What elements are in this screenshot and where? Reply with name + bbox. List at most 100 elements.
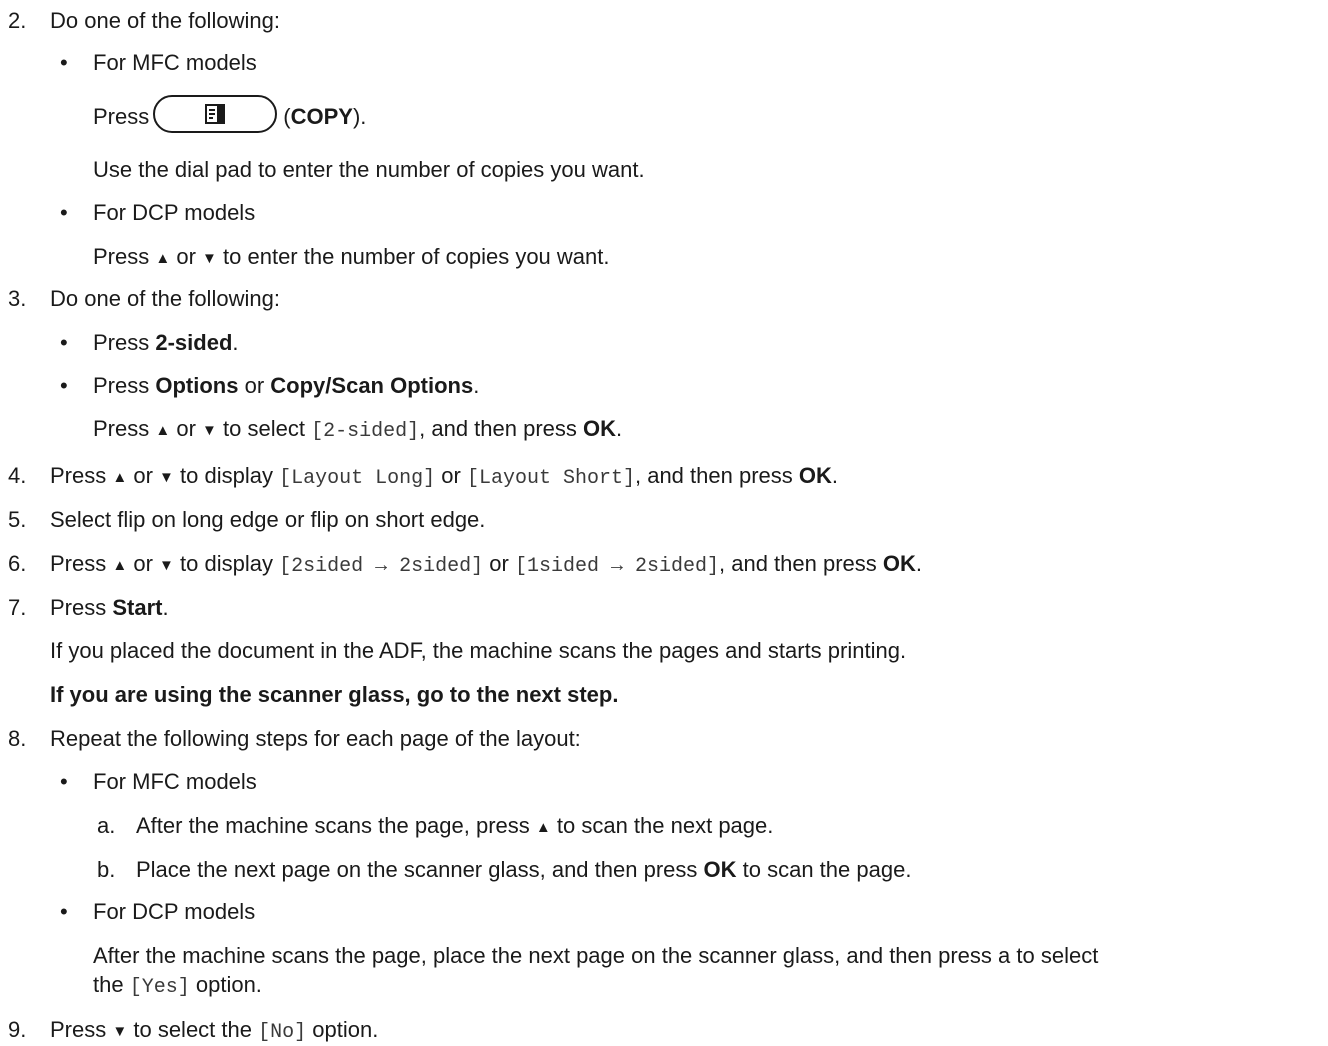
instruction-text: to select the <box>133 1017 252 1042</box>
instruction-text: , and then press <box>634 463 793 488</box>
scanner-glass-note-text: If you are using the scanner glass, go t… <box>50 682 619 707</box>
or-word: or <box>176 416 196 441</box>
step-text: Press ▼ to select the [No] option. <box>50 1017 378 1046</box>
instruction-text: to display <box>180 551 273 576</box>
two-sided-label: 2-sided <box>155 330 233 355</box>
dcp-press-line: Press ▲ or ▼ to enter the number of copi… <box>93 244 609 273</box>
bullet: • <box>60 899 68 924</box>
copy-label: COPY <box>290 103 353 129</box>
instruction-text: to scan the next page. <box>556 813 774 838</box>
or-word: or <box>176 244 196 269</box>
lcd-option-2sided-2sided: [2sided → 2sided] <box>279 555 484 578</box>
or-word: or <box>133 463 153 488</box>
dial-pad-line: Use the dial pad to enter the number of … <box>93 157 645 182</box>
bullet-title: For DCP models <box>93 899 256 924</box>
ok-label: OK <box>583 416 617 441</box>
lcd-option-layout-long: [Layout Long] <box>279 467 436 490</box>
step-text: Do one of the following: <box>50 8 280 33</box>
down-arrow-icon: ▼ <box>112 1023 128 1040</box>
substep-text: After the machine scans the page, press … <box>136 813 773 842</box>
ok-label: OK <box>703 857 737 882</box>
step-text: Press Start. <box>50 595 169 621</box>
press-word: Press <box>50 551 107 576</box>
lcd-option-yes: [Yes] <box>129 976 190 999</box>
press-word: Press <box>93 103 150 129</box>
bullet-title: For MFC models <box>93 769 257 794</box>
period: . <box>915 551 923 576</box>
instruction-text: to display <box>180 463 273 488</box>
ok-label: OK <box>798 463 832 488</box>
select-2sided-line: Press ▲ or ▼ to select [2-sided], and th… <box>93 416 622 445</box>
lcd-option-1sided-2sided: [1sided → 2sided] <box>514 555 720 578</box>
period: . <box>831 463 839 488</box>
adf-note: If you placed the document in the ADF, t… <box>50 638 907 663</box>
period: . <box>162 595 169 620</box>
step-number: 8. <box>8 726 27 751</box>
period: . <box>473 373 480 398</box>
start-label: Start <box>112 595 163 620</box>
step-number: 3. <box>8 286 27 311</box>
or-word: or <box>489 551 509 576</box>
press-word: Press <box>50 1017 107 1042</box>
instruction-text: option. <box>312 1017 379 1042</box>
down-arrow-icon: ▼ <box>202 422 217 439</box>
ok-label: OK <box>882 551 916 576</box>
step-number: 7. <box>8 595 27 620</box>
copy-scan-options-label: Copy/Scan Options <box>270 373 474 398</box>
or-word: or <box>133 551 153 576</box>
press-word: Press <box>93 373 150 398</box>
press-word: Press <box>93 330 150 355</box>
bullet-title: For MFC models <box>93 50 257 75</box>
bullet-content: Press Options or Copy/Scan Options. <box>93 373 479 399</box>
bullet: • <box>60 769 68 794</box>
dcp-instruction-line-1: After the machine scans the page, place … <box>93 943 1099 968</box>
instruction-text: , and then press <box>419 416 577 441</box>
step-number: 2. <box>8 8 27 33</box>
down-arrow-icon: ▼ <box>159 469 174 486</box>
bullet: • <box>60 50 68 75</box>
options-label: Options <box>155 373 239 398</box>
bullet-title: For DCP models <box>93 200 256 225</box>
instruction-text: Place the next page on the scanner glass… <box>136 857 698 882</box>
period: . <box>232 330 239 355</box>
paren-close: ). <box>352 103 367 129</box>
substep-letter: b. <box>97 857 116 882</box>
step-text: Select flip on long edge or flip on shor… <box>50 507 486 532</box>
up-arrow-icon: ▲ <box>112 557 128 574</box>
instruction-text: After the machine scans the page, press <box>136 813 530 838</box>
dcp-instruction-line-2: the [Yes] option. <box>93 972 262 1001</box>
down-arrow-icon: ▼ <box>159 557 174 574</box>
copy-button <box>153 95 278 133</box>
scanner-glass-note: If you are using the scanner glass, go t… <box>50 682 618 708</box>
up-arrow-icon: ▲ <box>155 422 171 439</box>
copy-document-icon <box>205 104 226 124</box>
up-arrow-icon: ▲ <box>112 469 128 486</box>
step-text: Repeat the following steps for each page… <box>50 726 581 751</box>
bullet: • <box>60 373 68 398</box>
instruction-text: to scan the page. <box>742 857 912 882</box>
up-arrow-icon: ▲ <box>155 250 171 267</box>
press-word: Press <box>50 463 107 488</box>
instruction-text: , and then press <box>719 551 877 576</box>
step-number: 5. <box>8 507 27 532</box>
instruction-text: the <box>93 972 124 997</box>
step-text: Press ▲ or ▼ to display [Layout Long] or… <box>50 463 838 492</box>
or-word: or <box>244 373 265 398</box>
press-word: Press <box>50 595 107 620</box>
up-arrow-icon: ▲ <box>535 819 551 836</box>
step-number: 6. <box>8 551 27 576</box>
instruction-text: to enter the number of copies you want. <box>223 244 610 269</box>
period: . <box>616 416 623 441</box>
paren-open: ( <box>283 103 291 129</box>
step-number: 9. <box>8 1017 27 1042</box>
press-word: Press <box>93 416 150 441</box>
step-number: 4. <box>8 463 27 488</box>
step-text: Press ▲ or ▼ to display [2sided → 2sided… <box>50 551 922 580</box>
lcd-option-layout-short: [Layout Short] <box>466 467 635 490</box>
or-word: or <box>441 463 461 488</box>
bullet-content: Press 2-sided. <box>93 330 239 356</box>
lcd-option-2-sided: [2-sided] <box>311 420 420 443</box>
instruction-text: option. <box>195 972 262 997</box>
instruction-text: to select <box>223 416 305 441</box>
lcd-option-no: [No] <box>258 1021 307 1044</box>
